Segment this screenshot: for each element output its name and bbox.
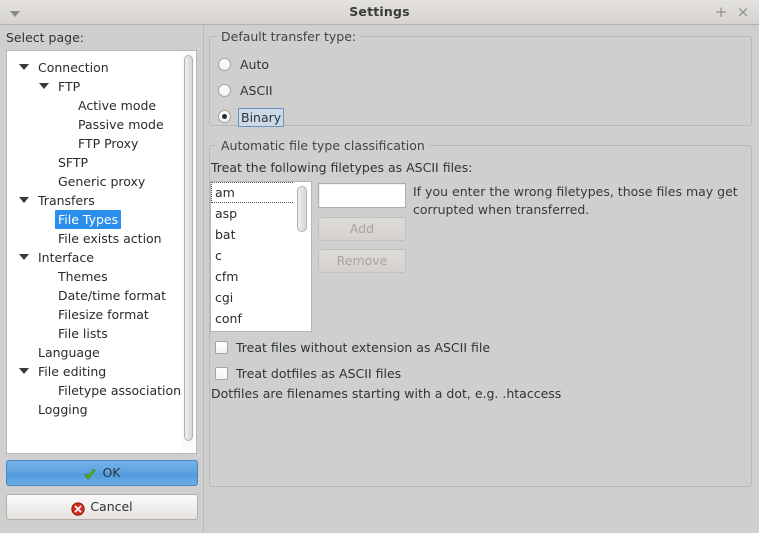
radio-label: Auto — [240, 57, 270, 72]
sidebar-item-logging[interactable]: Logging — [7, 400, 183, 419]
sidebar-item-transfers[interactable]: Transfers — [7, 191, 183, 210]
filetype-input[interactable] — [318, 183, 406, 208]
sidebar-item-label: Interface — [38, 250, 94, 265]
sidebar-item-label: File editing — [38, 364, 107, 379]
sidebar-item-label: Date/time format — [58, 288, 167, 303]
sidebar-item-label: Filesize format — [58, 307, 149, 322]
checkbox-icon[interactable] — [215, 367, 228, 380]
sidebar-item-label: Active mode — [78, 98, 157, 113]
sidebar-item-label: File exists action — [58, 231, 162, 246]
sidebar-item-generic-proxy[interactable]: Generic proxy — [7, 172, 183, 191]
sidebar-item-themes[interactable]: Themes — [7, 267, 183, 286]
checkbox-label: Treat dotfiles as ASCII files — [236, 366, 402, 381]
sidebar-item-interface[interactable]: Interface — [7, 248, 183, 267]
sidebar-item-label: Themes — [58, 269, 108, 284]
remove-filetype-button[interactable]: Remove — [318, 249, 406, 273]
chevron-down-icon[interactable] — [19, 368, 29, 376]
sidebar-item-label: Logging — [38, 402, 88, 417]
sidebar-item-label: File lists — [58, 326, 108, 341]
checkbox-label: Treat files without extension as ASCII f… — [236, 340, 491, 355]
cancel-button-label: Cancel — [90, 499, 133, 514]
add-filetype-button[interactable]: Add — [318, 217, 406, 241]
radio-button-icon[interactable] — [218, 58, 231, 71]
sidebar-item-file-types[interactable]: File Types — [7, 210, 183, 229]
sidebar-item-file-editing[interactable]: File editing — [7, 362, 183, 381]
cancel-button[interactable]: Cancel — [6, 494, 198, 520]
sidebar-item-label: SFTP — [58, 155, 89, 170]
sidebar-item-label: FTP — [58, 79, 81, 94]
radio-button-icon[interactable] — [218, 110, 231, 123]
sidebar-item-label: File Types — [55, 210, 122, 229]
maximize-icon[interactable]: + — [713, 5, 729, 21]
sidebar-item-passive-mode[interactable]: Passive mode — [7, 115, 183, 134]
sidebar-item-label: FTP Proxy — [78, 136, 139, 151]
sidebar-item-sftp[interactable]: SFTP — [7, 153, 183, 172]
sidebar-item-label: Connection — [38, 60, 109, 75]
sidebar-item-label: Generic proxy — [58, 174, 146, 189]
chevron-down-icon[interactable] — [19, 64, 29, 72]
red-x-circle-icon — [71, 500, 85, 516]
sidebar-item-active-mode[interactable]: Active mode — [7, 96, 183, 115]
radio-button-icon[interactable] — [218, 84, 231, 97]
close-icon[interactable]: × — [735, 5, 751, 21]
sidebar-item-ftp-proxy[interactable]: FTP Proxy — [7, 134, 183, 153]
sidebar-item-file-exists-action[interactable]: File exists action — [7, 229, 183, 248]
page-tree[interactable]: Connection FTP Active mode Passive mode FTP … — [6, 50, 197, 454]
select-page-label: Select page: — [6, 30, 84, 45]
filetype-help-text: If you enter the wrong filetypes, those … — [413, 184, 738, 217]
green-check-icon — [83, 466, 97, 480]
ascii-filetypes-list[interactable]: am asp bat c cfm cgi conf — [210, 181, 312, 332]
sidebar-item-label: Language — [38, 345, 100, 360]
sidebar-item-file-lists[interactable]: File lists — [7, 324, 183, 343]
settings-dialog: Settings + × Select page: Connection FTP A… — [0, 0, 759, 533]
radio-label: ASCII — [240, 83, 273, 98]
chevron-down-icon[interactable] — [39, 83, 49, 91]
sidebar-item-filetype-associations[interactable]: Filetype associations — [7, 381, 183, 400]
chevron-down-icon[interactable] — [19, 197, 29, 205]
checkbox-icon[interactable] — [215, 341, 228, 354]
filetypes-list-label: Treat the following filetypes as ASCII f… — [211, 160, 473, 175]
sidebar-item-label: Passive mode — [78, 117, 164, 132]
filetypes-list-scrollbar-thumb[interactable] — [297, 186, 307, 232]
default-transfer-type-group: Default transfer type: Auto ASCII Binary — [209, 29, 752, 127]
default-transfer-type-title: Default transfer type: — [217, 29, 361, 44]
ok-button[interactable]: OK — [6, 460, 198, 486]
page-tree-scrollbar[interactable] — [182, 52, 195, 452]
page-tree-scrollbar-thumb[interactable] — [184, 55, 193, 441]
window-title: Settings — [349, 4, 410, 19]
sidebar-item-date-time-format[interactable]: Date/time format — [7, 286, 183, 305]
panel-divider — [203, 25, 204, 533]
radio-label: Binary — [238, 108, 285, 127]
sidebar-item-label: Transfers — [38, 193, 95, 208]
title-bar: Settings + × — [0, 0, 759, 25]
page-tree-list[interactable]: Connection FTP Active mode Passive mode FTP … — [7, 51, 183, 453]
sidebar-item-filesize-format[interactable]: Filesize format — [7, 305, 183, 324]
automatic-classification-title: Automatic file type classification — [217, 138, 429, 153]
sidebar-item-language[interactable]: Language — [7, 343, 183, 362]
sidebar-item-ftp[interactable]: FTP — [7, 77, 183, 96]
ok-button-label: OK — [102, 465, 121, 480]
chevron-down-icon[interactable] — [19, 254, 29, 262]
sidebar-item-connection[interactable]: Connection — [7, 58, 183, 77]
filetypes-list-scrollbar[interactable] — [293, 182, 311, 331]
dotfiles-note: Dotfiles are filenames starting with a d… — [211, 386, 562, 401]
sidebar-item-label: Filetype associations — [58, 383, 183, 398]
